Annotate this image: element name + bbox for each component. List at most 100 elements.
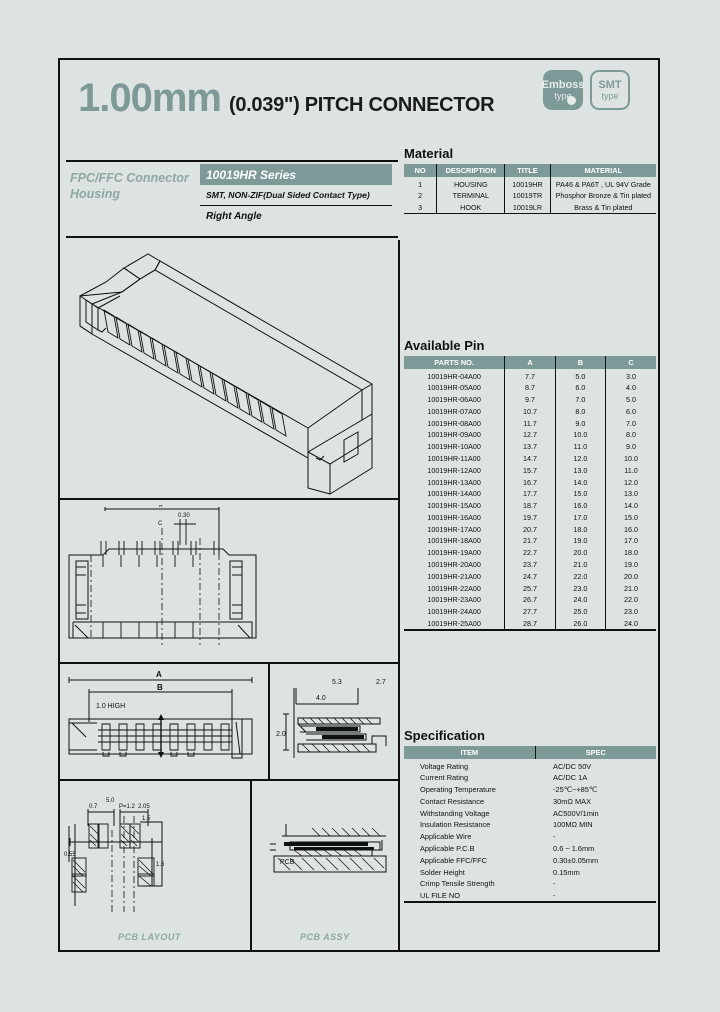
table-cell: 10019HR-13A00 — [427, 477, 481, 487]
table-cell: 10019HR-24A00 — [427, 607, 481, 617]
table-row: 10019HR-23A00 26.7 24.0 22.0 — [404, 593, 656, 606]
table-cell: 12.0 — [605, 476, 656, 488]
table-cell: 11.0 — [554, 440, 606, 453]
table-row: 10019HR-19A00 22.7 20.0 18.0 — [404, 546, 656, 559]
table-cell: 10019HR-06A00 — [427, 395, 481, 405]
table-row: 3 HOOK 10019LR Brass & Tin plated — [404, 201, 656, 214]
table-row: 10019HR-25A00 28.7 26.0 24.0 — [404, 617, 656, 631]
table-row: 10019HR-18A00 21.7 19.0 17.0 — [404, 535, 656, 547]
material-table-body: 1 HOUSING 10019HR PA46 & PA6T , UL 94V Grad… — [404, 177, 656, 214]
table-cell: 10019HR-14A00 — [427, 489, 481, 499]
sideview-dim-b: B — [157, 683, 163, 692]
table-cell: 13.7 — [504, 440, 556, 453]
divider-below-topview — [60, 662, 400, 664]
material-col-description: DESCRIPTION — [436, 164, 505, 177]
series-description-row: SMT, NON-ZIF(Dual Sided Contact Type) — [200, 185, 392, 206]
table-cell: 22.7 — [504, 546, 556, 559]
table-cell: 10019HR-23A00 — [427, 595, 481, 605]
table-cell: 10.7 — [504, 405, 556, 418]
table-cell: Crimp Tensile Strength — [420, 879, 495, 889]
pcb-dim-top: 5.0 — [106, 798, 115, 804]
sideview-label-high: 1.0 HIGH — [96, 703, 125, 710]
table-cell: 10019HR-22A00 — [427, 583, 481, 593]
table-cell: 19.7 — [504, 511, 556, 524]
table-row: Voltage Rating AC/DC 50V — [404, 759, 656, 772]
pcb-dim-right: 1.6 — [156, 862, 165, 868]
detail-dim-mid: 4.0 — [316, 695, 326, 702]
pcb-assy-label: PCB — [280, 859, 295, 866]
specification-heading: Specification — [404, 728, 485, 743]
pin-col-parts-no: PARTS NO. — [404, 356, 505, 369]
table-cell: 10019HR-05A00 — [427, 383, 481, 393]
pin-col-b: B — [554, 356, 606, 369]
specification-section: Specification ITEM SPEC Voltage Rating AC… — [404, 728, 656, 904]
table-cell: Phosphor Bronze & Tin plated — [549, 189, 656, 202]
material-col-material: MATERIAL — [549, 164, 656, 177]
table-cell: Withstanding Voltage — [420, 808, 490, 818]
table-cell: 6.0 — [605, 405, 656, 418]
table-cell: 14.0 — [605, 499, 656, 512]
pcb-dim-205: 2.05 — [138, 804, 150, 810]
table-row: 10019HR-22A00 25.7 23.0 21.0 — [404, 582, 656, 594]
material-heading: Material — [404, 146, 454, 161]
pcb-assy-drawing: PCB — [268, 806, 392, 916]
table-cell: 23.0 — [554, 582, 606, 594]
divider-left-column — [398, 240, 400, 952]
title-pitch-connector: (0.039") PITCH CONNECTOR — [228, 94, 495, 116]
table-cell: 26.7 — [504, 593, 556, 606]
table-row: Applicable Wire - — [404, 831, 656, 843]
material-section: Material NO DESCRIPTION TITLE MATERIAL 1… — [404, 146, 656, 215]
table-cell: 23.0 — [605, 605, 656, 618]
topview-dim-c: C — [158, 521, 163, 527]
table-cell: 0.15mm — [553, 867, 580, 877]
table-row: 10019HR-11A00 14.7 12.0 10.0 — [404, 452, 656, 465]
series-angle-row: Right Angle — [206, 211, 262, 222]
sideview-dim-a: A — [156, 670, 162, 679]
table-cell: HOOK — [436, 201, 505, 214]
table-cell: 14.7 — [504, 452, 556, 465]
table-row: 10019HR-15A00 18.7 16.0 14.0 — [404, 499, 656, 512]
divider-below-sideview — [60, 779, 400, 781]
table-row: Crimp Tensile Strength - — [404, 878, 656, 890]
available-pin-table-body: 10019HR-04A00 7.7 5.0 3.0 10019HR-05A00 8.7 6.… — [404, 369, 656, 631]
table-cell: 10019HR-04A00 — [427, 371, 481, 381]
table-cell: 10.0 — [605, 452, 656, 465]
table-cell: 20.0 — [605, 570, 656, 583]
table-cell: 26.0 — [554, 617, 606, 631]
table-row: 10019HR-08A00 11.7 9.0 7.0 — [404, 417, 656, 430]
table-cell: 16.7 — [504, 476, 556, 488]
table-cell: 17.7 — [504, 487, 556, 500]
table-cell: 12.7 — [504, 429, 556, 441]
table-cell: 20.7 — [504, 523, 556, 536]
table-cell: 5.0 — [554, 369, 606, 382]
emboss-dot-icon — [567, 96, 576, 105]
table-row: 10019HR-10A00 13.7 11.0 9.0 — [404, 440, 656, 453]
table-cell: 10019HR-21A00 — [427, 571, 481, 581]
table-row: Current Rating AC/DC 1A — [404, 772, 656, 784]
table-row: 10019HR-21A00 24.7 22.0 20.0 — [404, 570, 656, 583]
available-pin-table: PARTS NO. A B C 10019HR-04A00 7.7 5.0 3.0 10… — [404, 356, 656, 632]
table-row: Applicable P.C.B 0.6 ~ 1.6mm — [404, 843, 656, 855]
table-cell: - — [553, 832, 556, 842]
table-header-row: NO DESCRIPTION TITLE MATERIAL — [404, 164, 656, 177]
table-cell: 11.7 — [504, 417, 556, 430]
table-cell: 15.0 — [554, 487, 606, 500]
table-cell: 6.0 — [554, 381, 606, 394]
table-cell: 9.0 — [554, 417, 606, 430]
table-cell: 7.0 — [605, 417, 656, 430]
table-row: 10019HR-09A00 12.7 10.0 8.0 — [404, 429, 656, 441]
table-cell: Solder Height — [420, 867, 465, 877]
type-badges: Emboss type SMT type — [542, 70, 630, 110]
spec-col-item: ITEM — [404, 746, 536, 759]
table-cell: 10019HR-19A00 — [427, 548, 481, 558]
table-cell: 10019HR — [504, 177, 551, 190]
table-cell: 13.0 — [554, 464, 606, 477]
table-cell: 17.0 — [554, 511, 606, 524]
table-cell: 10019HR-17A00 — [427, 524, 481, 534]
table-cell: 16.0 — [554, 499, 606, 512]
table-cell: 4.0 — [605, 381, 656, 394]
table-cell: Insulation Resistance — [420, 820, 491, 830]
connector-isometric-view — [62, 242, 398, 496]
table-cell: Current Rating — [420, 773, 469, 783]
table-cell: 17.0 — [605, 535, 656, 547]
